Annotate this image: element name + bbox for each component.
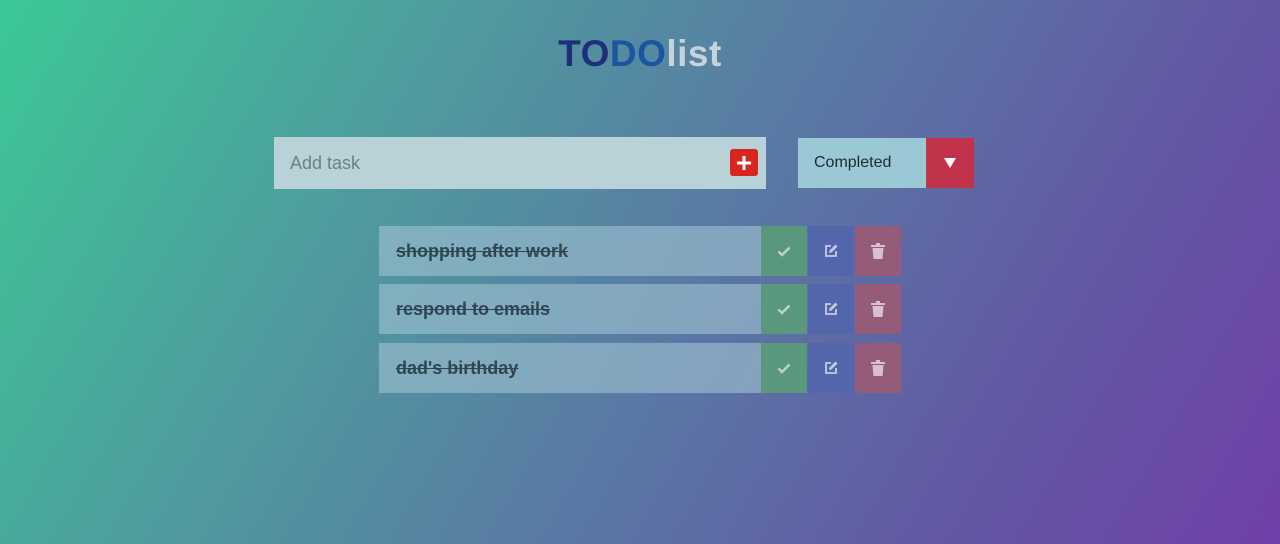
edit-button[interactable]	[808, 226, 854, 276]
edit-button[interactable]	[808, 284, 854, 334]
trash-icon	[871, 243, 885, 259]
todo-text: respond to emails	[379, 284, 761, 334]
add-task-form	[274, 137, 766, 189]
plus-icon	[737, 155, 751, 170]
edit-icon	[825, 361, 838, 374]
delete-button[interactable]	[855, 343, 901, 393]
todo-item: respond to emails	[379, 284, 901, 334]
complete-button[interactable]	[761, 284, 807, 334]
title-part-to: TO	[558, 33, 610, 74]
filter-selected-value: Completed	[798, 138, 926, 188]
trash-icon	[871, 301, 885, 317]
todo-text: shopping after work	[379, 226, 761, 276]
caret-down-icon	[944, 158, 956, 168]
filter-dropdown-toggle[interactable]	[926, 138, 974, 188]
check-icon	[777, 363, 791, 374]
delete-button[interactable]	[855, 284, 901, 334]
edit-button[interactable]	[808, 343, 854, 393]
todo-text: dad's birthday	[379, 343, 761, 393]
title-part-list: list	[666, 33, 722, 74]
complete-button[interactable]	[761, 226, 807, 276]
todo-item: dad's birthday	[379, 343, 901, 393]
todo-item: shopping after work	[379, 226, 901, 276]
complete-button[interactable]	[761, 343, 807, 393]
title-part-do: DO	[609, 33, 667, 74]
edit-icon	[825, 244, 838, 257]
check-icon	[777, 304, 791, 315]
trash-icon	[871, 360, 885, 376]
page-title: TODOlist	[0, 33, 1280, 75]
add-task-input[interactable]	[274, 137, 714, 189]
delete-button[interactable]	[855, 226, 901, 276]
filter-select[interactable]: Completed	[798, 138, 974, 188]
edit-icon	[825, 302, 838, 315]
add-task-button[interactable]	[730, 149, 758, 176]
check-icon	[777, 246, 791, 257]
